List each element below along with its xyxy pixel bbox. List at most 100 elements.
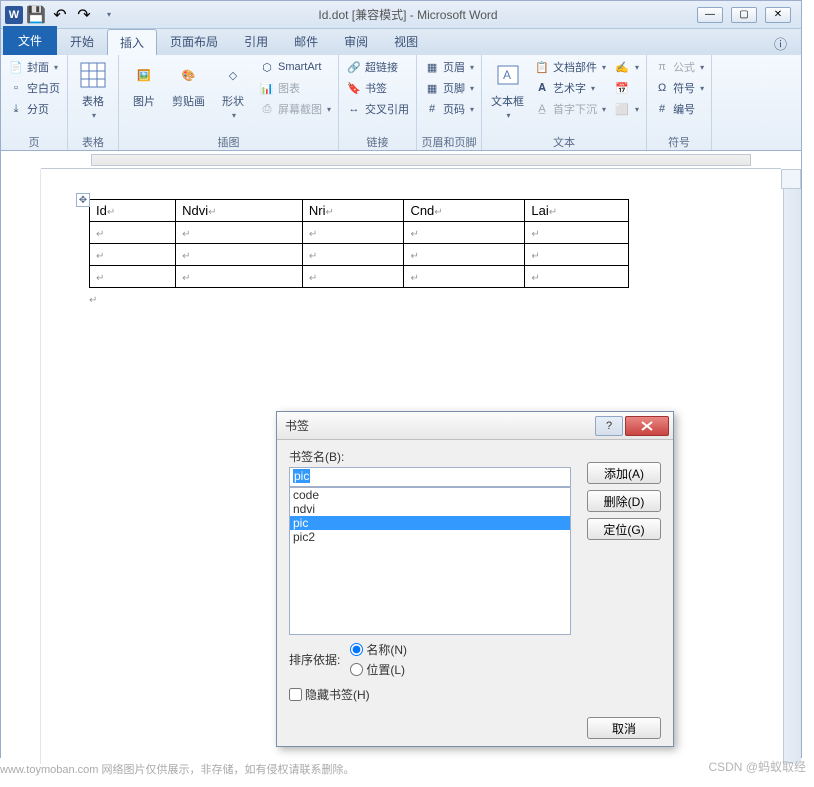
vertical-scrollbar[interactable] xyxy=(783,169,801,764)
document-table[interactable]: Id↵ Ndvi↵ Nri↵ Cnd↵ Lai↵ ↵↵↵↵↵ ↵↵↵↵↵ ↵↵↵… xyxy=(89,199,629,288)
table-cell: Nri↵ xyxy=(302,200,404,222)
table-button[interactable]: 表格▾ xyxy=(72,57,114,122)
table-cell: Cnd↵ xyxy=(404,200,525,222)
tab-view[interactable]: 视图 xyxy=(381,28,431,55)
textbox-button[interactable]: A文本框▾ xyxy=(486,57,529,122)
cover-page-button[interactable]: 📄封面▾ xyxy=(5,57,63,77)
table-icon xyxy=(77,59,109,91)
dialog-help-button[interactable]: ? xyxy=(595,416,623,436)
word-icon: W xyxy=(5,6,23,24)
watermark-right: CSDN @蚂蚁取经 xyxy=(708,758,806,775)
cover-icon: 📄 xyxy=(8,59,24,75)
undo-icon: ↶ xyxy=(53,5,66,25)
page-break-button[interactable]: ⤓分页 xyxy=(5,99,63,119)
app-window: W 💾 ↶ ↷ ▾ Id.dot [兼容模式] - Microsoft Word… xyxy=(0,0,802,758)
qat-save[interactable]: 💾 xyxy=(25,4,47,26)
list-item[interactable]: pic2 xyxy=(290,530,570,544)
list-item[interactable]: pic xyxy=(290,516,570,530)
datetime-button[interactable]: 📅 xyxy=(611,78,642,98)
header-button[interactable]: ▦页眉▾ xyxy=(421,57,477,77)
dialog-close-button[interactable] xyxy=(625,416,669,436)
maximize-button[interactable]: ▢ xyxy=(731,7,757,23)
smartart-button[interactable]: ⬡SmartArt xyxy=(256,57,334,77)
picture-icon: 🖼️ xyxy=(128,59,160,91)
hyperlink-button[interactable]: 🔗超链接 xyxy=(343,57,412,77)
group-symbols: π公式▾ Ω符号▾ #编号 符号 xyxy=(647,55,712,150)
ribbon-help[interactable]: ⓘ xyxy=(768,32,793,55)
quickparts-icon: 📋 xyxy=(534,59,550,75)
group-illus-label: 插图 xyxy=(123,134,334,150)
shapes-icon: ◇ xyxy=(217,59,249,91)
close-button[interactable]: ✕ xyxy=(765,7,791,23)
window-title: Id.dot [兼容模式] - Microsoft Word xyxy=(119,6,697,23)
watermark-left: www.toymoban.com 网络图片仅供展示，非存储，如有侵权请联系删除。 xyxy=(0,761,354,777)
tab-mailings[interactable]: 邮件 xyxy=(281,28,331,55)
footer-button[interactable]: ▦页脚▾ xyxy=(421,78,477,98)
bookmark-list[interactable]: code ndvi pic pic2 xyxy=(289,487,571,635)
qat-dropdown[interactable]: ▾ xyxy=(97,4,119,26)
group-headerfooter: ▦页眉▾ ▦页脚▾ #页码▾ 页眉和页脚 xyxy=(417,55,482,150)
ribbon-tabs: 文件 开始 插入 页面布局 引用 邮件 审阅 视图 ⓘ xyxy=(1,29,801,55)
save-icon: 💾 xyxy=(26,5,46,25)
svg-text:A: A xyxy=(503,68,511,82)
add-button[interactable]: 添加(A) xyxy=(587,462,661,484)
vertical-ruler[interactable] xyxy=(1,169,41,764)
group-pages-label: 页 xyxy=(5,134,63,150)
hide-bookmarks-checkbox[interactable]: 隐藏书签(H) xyxy=(289,686,661,703)
shapes-button[interactable]: ◇形状▾ xyxy=(212,57,254,122)
chart-button[interactable]: 📊图表 xyxy=(256,78,334,98)
table-handle[interactable]: ✥ xyxy=(76,193,90,207)
hyperlink-icon: 🔗 xyxy=(346,59,362,75)
side-panel-toggle[interactable] xyxy=(781,169,801,189)
tab-home[interactable]: 开始 xyxy=(57,28,107,55)
list-item[interactable]: ndvi xyxy=(290,502,570,516)
object-button[interactable]: ⬜▾ xyxy=(611,99,642,119)
dropcap-button[interactable]: A̲首字下沉▾ xyxy=(531,99,609,119)
tab-review[interactable]: 审阅 xyxy=(331,28,381,55)
delete-button[interactable]: 删除(D) xyxy=(587,490,661,512)
symbol-icon: Ω xyxy=(654,80,670,96)
tab-references[interactable]: 引用 xyxy=(231,28,281,55)
clipart-icon: 🎨 xyxy=(173,59,205,91)
blank-page-button[interactable]: ▫空白页 xyxy=(5,78,63,98)
picture-button[interactable]: 🖼️图片 xyxy=(123,57,165,111)
crossref-button[interactable]: ↔交叉引用 xyxy=(343,99,412,119)
goto-button[interactable]: 定位(G) xyxy=(587,518,661,540)
bookmark-button[interactable]: 🔖书签 xyxy=(343,78,412,98)
minimize-button[interactable]: ― xyxy=(697,7,723,23)
symbol-button[interactable]: Ω符号▾ xyxy=(651,78,707,98)
dialog-title: 书签 xyxy=(285,417,309,434)
signature-button[interactable]: ✍▾ xyxy=(611,57,642,77)
break-icon: ⤓ xyxy=(8,101,24,117)
dialog-titlebar[interactable]: 书签 ? xyxy=(277,412,673,440)
horizontal-ruler[interactable] xyxy=(41,151,781,169)
blank-icon: ▫ xyxy=(8,80,24,96)
screenshot-button[interactable]: ⎙屏幕截图▾ xyxy=(256,99,334,119)
qat-redo[interactable]: ↷ xyxy=(73,4,95,26)
table-row: ↵↵↵↵↵ xyxy=(90,222,629,244)
cancel-button[interactable]: 取消 xyxy=(587,717,661,739)
ribbon: 📄封面▾ ▫空白页 ⤓分页 页 表格▾ 表格 🖼️图片 🎨剪贴画 ◇形状▾ ⬡S… xyxy=(1,55,801,151)
bookmark-name-input[interactable]: pic xyxy=(289,467,571,487)
qat-undo[interactable]: ↶ xyxy=(49,4,71,26)
quickparts-button[interactable]: 📋文档部件▾ xyxy=(531,57,609,77)
tab-layout[interactable]: 页面布局 xyxy=(157,28,231,55)
clipart-button[interactable]: 🎨剪贴画 xyxy=(167,57,210,111)
table-cell: Lai↵ xyxy=(525,200,629,222)
equation-button[interactable]: π公式▾ xyxy=(651,57,707,77)
number-button[interactable]: #编号 xyxy=(651,99,707,119)
group-links: 🔗超链接 🔖书签 ↔交叉引用 链接 xyxy=(339,55,417,150)
sort-location-radio[interactable]: 位置(L) xyxy=(350,661,407,678)
wordart-button[interactable]: 𝐀艺术字▾ xyxy=(531,78,609,98)
pagenum-icon: # xyxy=(424,101,440,117)
tab-file[interactable]: 文件 xyxy=(3,26,57,55)
pagenum-button[interactable]: #页码▾ xyxy=(421,99,477,119)
tab-insert[interactable]: 插入 xyxy=(107,29,157,55)
list-item[interactable]: code xyxy=(290,488,570,502)
table-cell: Id↵ xyxy=(90,200,176,222)
smartart-icon: ⬡ xyxy=(259,59,275,75)
titlebar: W 💾 ↶ ↷ ▾ Id.dot [兼容模式] - Microsoft Word… xyxy=(1,1,801,29)
redo-icon: ↷ xyxy=(77,5,90,25)
group-links-label: 链接 xyxy=(343,134,412,150)
sort-name-radio[interactable]: 名称(N) xyxy=(350,641,407,658)
